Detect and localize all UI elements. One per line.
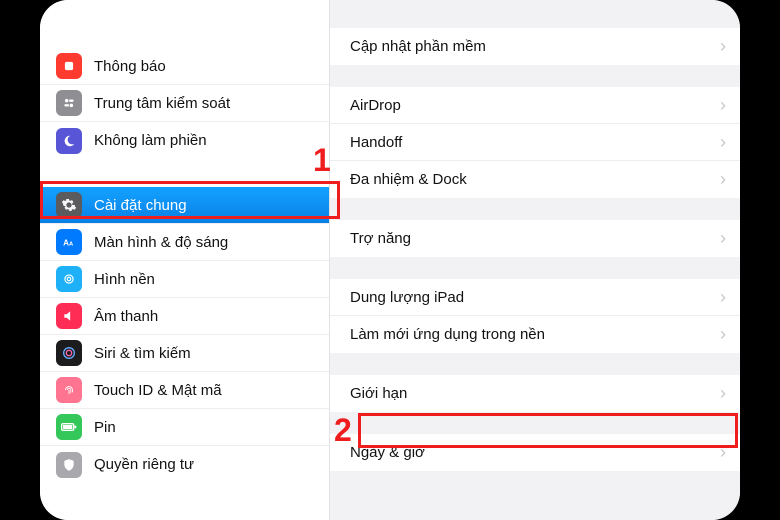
detail-group-datetime: Ngày & giờ ›: [330, 434, 740, 471]
detail-group-restrictions: Giới hạn ›: [330, 375, 740, 412]
sound-icon: [56, 303, 82, 329]
fingerprint-icon: [56, 377, 82, 403]
detail-group-accessibility: Trợ năng ›: [330, 220, 740, 257]
chevron-right-icon: ›: [720, 95, 726, 116]
detail-item-storage[interactable]: Dung lượng iPad ›: [330, 279, 740, 316]
sidebar-item-label: Âm thanh: [94, 308, 315, 325]
detail-item-software-update[interactable]: Cập nhật phần mềm ›: [330, 28, 740, 65]
detail-group-sharing: AirDrop › Handoff › Đa nhiệm & Dock ›: [330, 87, 740, 198]
sidebar-item-sounds[interactable]: Âm thanh: [40, 298, 329, 335]
detail-group-storage: Dung lượng iPad › Làm mới ứng dụng trong…: [330, 279, 740, 353]
detail-item-multitask[interactable]: Đa nhiệm & Dock ›: [330, 161, 740, 198]
sidebar-item-label: Màn hình & độ sáng: [94, 234, 315, 251]
sidebar-item-label: Thông báo: [94, 58, 315, 75]
detail-group-software: Cập nhật phần mềm ›: [330, 28, 740, 65]
sidebar-item-label: Quyền riêng tư: [94, 456, 315, 473]
detail-item-label: Giới hạn: [350, 385, 712, 402]
detail-item-label: Cập nhật phần mềm: [350, 38, 712, 55]
sidebar-item-label: Trung tâm kiểm soát: [94, 95, 315, 112]
notification-icon: [56, 53, 82, 79]
sidebar-group-1: Thông báo Trung tâm kiểm soát Không làm …: [40, 48, 329, 159]
detail-item-label: Handoff: [350, 134, 712, 151]
detail-item-restrictions[interactable]: Giới hạn ›: [330, 375, 740, 412]
detail-item-handoff[interactable]: Handoff ›: [330, 124, 740, 161]
battery-icon: [56, 414, 82, 440]
wallpaper-icon: [56, 266, 82, 292]
sidebar-item-notifications[interactable]: Thông báo: [40, 48, 329, 85]
moon-icon: [56, 128, 82, 154]
sidebar-item-display[interactable]: AA Màn hình & độ sáng: [40, 224, 329, 261]
sidebar-item-label: Không làm phiền: [94, 132, 315, 149]
detail-item-label: Dung lượng iPad: [350, 289, 712, 306]
detail-item-refresh[interactable]: Làm mới ứng dụng trong nền ›: [330, 316, 740, 353]
control-center-icon: [56, 90, 82, 116]
svg-text:A: A: [69, 242, 74, 248]
sidebar-item-touchid[interactable]: Touch ID & Mật mã: [40, 372, 329, 409]
sidebar-item-label: Siri & tìm kiếm: [94, 345, 315, 362]
sidebar-item-label: Pin: [94, 419, 315, 436]
detail-item-label: Đa nhiệm & Dock: [350, 171, 712, 188]
detail-item-label: Ngày & giờ: [350, 444, 712, 461]
sidebar-item-general[interactable]: Cài đặt chung: [40, 187, 329, 224]
sidebar-item-battery[interactable]: Pin: [40, 409, 329, 446]
sidebar-item-privacy[interactable]: Quyền riêng tư: [40, 446, 329, 483]
sidebar-item-label: Hình nền: [94, 271, 315, 288]
sidebar-item-wallpaper[interactable]: Hình nền: [40, 261, 329, 298]
chevron-right-icon: ›: [720, 169, 726, 190]
annotation-step-1: 1: [313, 142, 331, 179]
sidebar-item-label: Cài đặt chung: [94, 197, 315, 214]
detail-item-label: Làm mới ứng dụng trong nền: [350, 326, 712, 343]
chevron-right-icon: ›: [720, 383, 726, 404]
sidebar-item-siri[interactable]: Siri & tìm kiếm: [40, 335, 329, 372]
sidebar-item-do-not-disturb[interactable]: Không làm phiền: [40, 122, 329, 159]
settings-window: Thông báo Trung tâm kiểm soát Không làm …: [40, 0, 740, 520]
svg-text:A: A: [63, 239, 69, 248]
chevron-right-icon: ›: [720, 324, 726, 345]
detail-pane: Cập nhật phần mềm › AirDrop › Handoff › …: [330, 0, 740, 520]
settings-sidebar: Thông báo Trung tâm kiểm soát Không làm …: [40, 0, 330, 520]
annotation-step-2: 2: [334, 412, 352, 449]
chevron-right-icon: ›: [720, 36, 726, 57]
chevron-right-icon: ›: [720, 132, 726, 153]
siri-icon: [56, 340, 82, 366]
detail-item-label: AirDrop: [350, 97, 712, 114]
sidebar-item-control-center[interactable]: Trung tâm kiểm soát: [40, 85, 329, 122]
gear-icon: [56, 192, 82, 218]
detail-item-datetime[interactable]: Ngày & giờ ›: [330, 434, 740, 471]
detail-item-label: Trợ năng: [350, 230, 712, 247]
privacy-icon: [56, 452, 82, 478]
detail-item-accessibility[interactable]: Trợ năng ›: [330, 220, 740, 257]
detail-item-airdrop[interactable]: AirDrop ›: [330, 87, 740, 124]
chevron-right-icon: ›: [720, 228, 726, 249]
sidebar-item-label: Touch ID & Mật mã: [94, 382, 315, 399]
chevron-right-icon: ›: [720, 287, 726, 308]
text-size-icon: AA: [56, 229, 82, 255]
sidebar-group-2: Cài đặt chung AA Màn hình & độ sáng Hình…: [40, 187, 329, 483]
chevron-right-icon: ›: [720, 442, 726, 463]
